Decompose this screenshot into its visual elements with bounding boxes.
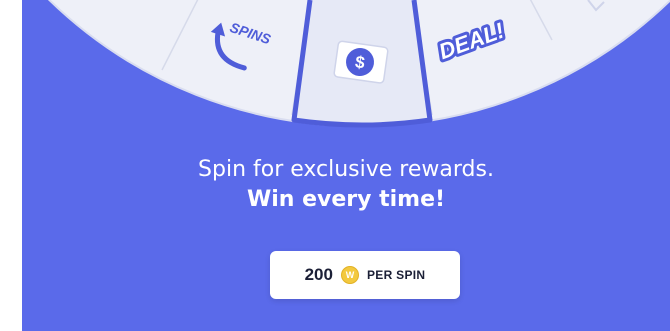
segment-dollar: $: [333, 40, 389, 84]
tagline-line-2: Win every time!: [246, 187, 446, 212]
spin-cost-amount: 200: [304, 265, 333, 284]
coin-icon: W: [340, 266, 359, 284]
tagline-line-1: Spin for exclusive rewards.: [198, 157, 494, 182]
spin-panel: SPINS $ DEAL! Spin for exclusive rewards…: [22, 0, 670, 331]
per-spin-label: PER SPIN: [366, 268, 426, 282]
spin-button[interactable]: 200 W PER SPIN: [270, 251, 460, 299]
tagline: Spin for exclusive rewards. Win every ti…: [22, 155, 670, 215]
